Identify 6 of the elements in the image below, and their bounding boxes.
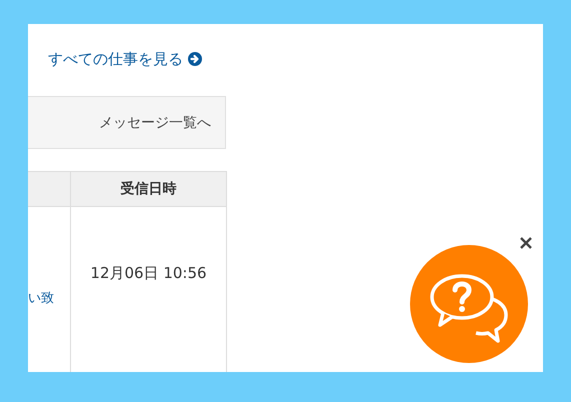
message-link[interactable]: い致 bbox=[28, 289, 54, 307]
close-icon[interactable] bbox=[519, 236, 533, 250]
arrow-circle-icon bbox=[188, 52, 202, 66]
column-header: 受信日時 bbox=[70, 172, 226, 206]
all-jobs-link[interactable]: すべての仕事を見る bbox=[48, 50, 183, 68]
messages-link[interactable]: メッセージ一覧へ bbox=[99, 114, 211, 132]
